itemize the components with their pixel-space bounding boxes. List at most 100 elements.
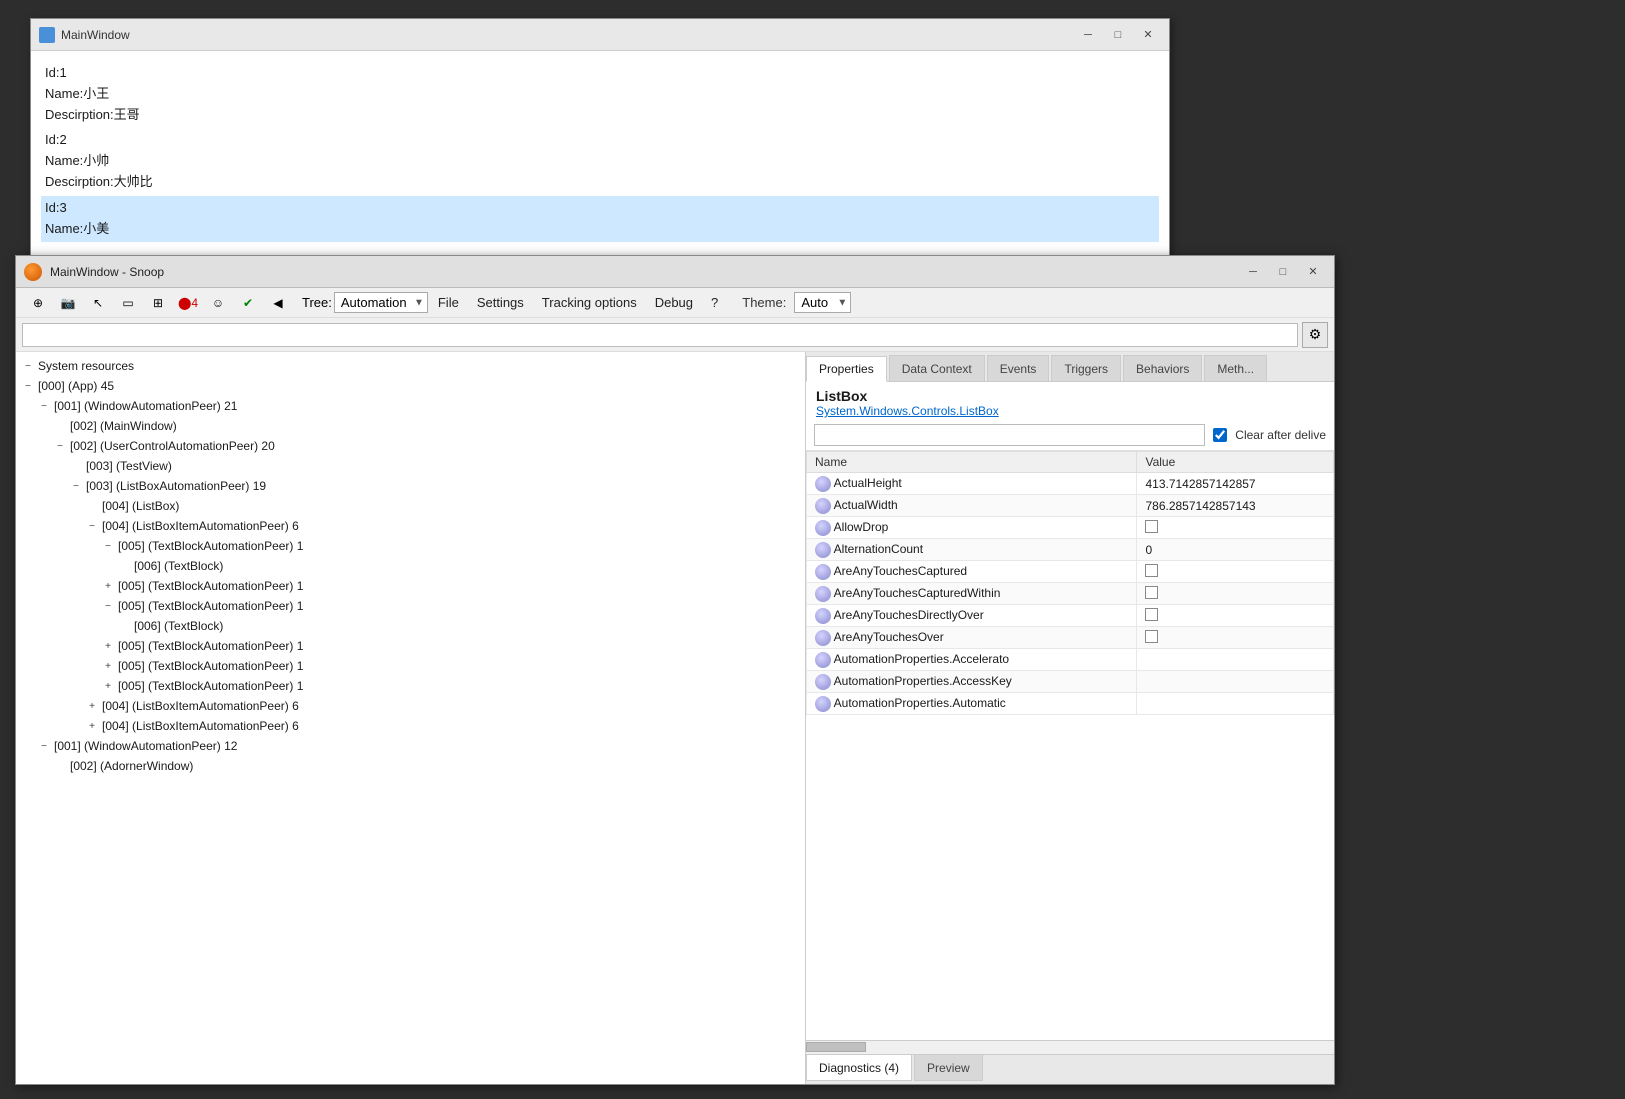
item3-name: Name:小美	[45, 219, 1155, 240]
tb-camera-btn[interactable]: 📷	[54, 290, 82, 316]
tb-record-btn[interactable]: ⬤4	[174, 290, 202, 316]
properties-panel: Properties Data Context Events Triggers …	[806, 352, 1334, 1084]
menu-help[interactable]: ?	[703, 292, 726, 313]
tree-node-001-window-2[interactable]: [001] (WindowAutomationPeer) 12	[16, 736, 805, 756]
table-row[interactable]: AllowDrop	[807, 517, 1334, 539]
tree-node-006-textblock-2[interactable]: [006] (TextBlock)	[16, 616, 805, 636]
expand-005-textblock-2[interactable]	[100, 578, 116, 594]
item2-desc: Descirption:大帅比	[45, 172, 1155, 193]
tb-rect2-btn[interactable]: ⊞	[144, 290, 172, 316]
tree-node-005-textblock-3[interactable]: [005] (TextBlockAutomationPeer) 1	[16, 596, 805, 616]
tree-dropdown-wrapper[interactable]: Automation Visual Logical ▼	[334, 292, 428, 313]
bottom-tab-preview[interactable]: Preview	[914, 1055, 983, 1081]
tree-node-system-resources[interactable]: System resources	[16, 356, 805, 376]
expand-005-textblock-1[interactable]	[100, 538, 116, 554]
table-row[interactable]: ActualHeight413.7142857142857	[807, 473, 1334, 495]
tree-node-005-textblock-1[interactable]: [005] (TextBlockAutomationPeer) 1	[16, 536, 805, 556]
expand-004-listboxitem-2[interactable]	[84, 698, 100, 714]
theme-dropdown-wrapper[interactable]: Auto Light Dark ▼	[794, 292, 851, 313]
table-row[interactable]: AreAnyTouchesCapturedWithin	[807, 583, 1334, 605]
tree-node-003-testview[interactable]: [003] (TestView)	[16, 456, 805, 476]
table-row[interactable]: ActualWidth786.2857142857143	[807, 495, 1334, 517]
tree-node-app[interactable]: [000] (App) 45	[16, 376, 805, 396]
prop-checkbox[interactable]	[1145, 520, 1158, 533]
expand-004-listboxitem[interactable]	[84, 518, 100, 534]
table-row[interactable]: AutomationProperties.Accelerato	[807, 649, 1334, 671]
menu-debug[interactable]: Debug	[647, 292, 701, 313]
tree-node-004-listboxitem-2[interactable]: [004] (ListBoxItemAutomationPeer) 6	[16, 696, 805, 716]
expand-system-resources[interactable]	[20, 358, 36, 374]
tree-node-004-listboxitem-3[interactable]: [004] (ListBoxItemAutomationPeer) 6	[16, 716, 805, 736]
tree-node-002-adorner[interactable]: [002] (AdornerWindow)	[16, 756, 805, 776]
prop-checkbox[interactable]	[1145, 608, 1158, 621]
tb-check-btn[interactable]: ✔	[234, 290, 262, 316]
tree-node-001-window[interactable]: [001] (WindowAutomationPeer) 21	[16, 396, 805, 416]
filter-input[interactable]	[814, 424, 1205, 446]
table-row[interactable]: AreAnyTouchesOver	[807, 627, 1334, 649]
menu-settings[interactable]: Settings	[469, 292, 532, 313]
menu-file[interactable]: File	[430, 292, 467, 313]
tab-events[interactable]: Events	[987, 355, 1050, 381]
snoop-minimize-button[interactable]: ─	[1240, 262, 1266, 282]
expand-003-listbox[interactable]	[68, 478, 84, 494]
close-button[interactable]: ✕	[1135, 25, 1161, 45]
tab-data-context[interactable]: Data Context	[889, 355, 985, 381]
tree-dropdown[interactable]: Automation Visual Logical	[334, 292, 428, 313]
horiz-scroll-thumb[interactable]	[806, 1042, 866, 1052]
expand-001-window[interactable]	[36, 398, 52, 414]
prop-checkbox[interactable]	[1145, 630, 1158, 643]
tb-cursor-btn[interactable]: ↖	[84, 290, 112, 316]
tb-arrow-btn[interactable]: ◀	[264, 290, 292, 316]
snoop-maximize-button[interactable]: □	[1270, 262, 1296, 282]
expand-004-listboxitem-3[interactable]	[84, 718, 100, 734]
class-link[interactable]: System.Windows.Controls.ListBox	[816, 404, 1324, 418]
expand-005-textblock-4[interactable]	[100, 638, 116, 654]
table-row[interactable]: AutomationProperties.Automatic	[807, 693, 1334, 715]
snoop-close-button[interactable]: ✕	[1300, 262, 1326, 282]
expand-001-window-2[interactable]	[36, 738, 52, 754]
expand-005-textblock-3[interactable]	[100, 598, 116, 614]
tree-node-002-mainwindow[interactable]: [002] (MainWindow)	[16, 416, 805, 436]
menu-tracking[interactable]: Tracking options	[534, 292, 645, 313]
tree-node-004-listbox[interactable]: [004] (ListBox)	[16, 496, 805, 516]
col-value-header[interactable]: Value	[1137, 452, 1334, 473]
horiz-scrollbar[interactable]	[806, 1040, 1334, 1054]
horiz-scroll-track	[806, 1041, 1334, 1054]
expand-006-textblock-1	[116, 558, 132, 574]
properties-table[interactable]: Name Value ActualHeight413.7142857142857…	[806, 451, 1334, 1040]
tree-node-002-usercontrol[interactable]: [002] (UserControlAutomationPeer) 20	[16, 436, 805, 456]
table-row[interactable]: AutomationProperties.AccessKey	[807, 671, 1334, 693]
search-input[interactable]	[22, 323, 1298, 347]
tree-node-005-textblock-6[interactable]: [005] (TextBlockAutomationPeer) 1	[16, 676, 805, 696]
tree-scroll-area[interactable]: System resources [000] (App) 45 [001] (W…	[16, 352, 805, 1084]
tree-node-003-listbox[interactable]: [003] (ListBoxAutomationPeer) 19	[16, 476, 805, 496]
search-options-button[interactable]: ⚙	[1302, 322, 1328, 348]
minimize-button[interactable]: ─	[1075, 25, 1101, 45]
bottom-tab-diagnostics[interactable]: Diagnostics (4)	[806, 1055, 912, 1081]
table-row[interactable]: AreAnyTouchesCaptured	[807, 561, 1334, 583]
tab-meth[interactable]: Meth...	[1204, 355, 1267, 381]
tab-properties[interactable]: Properties	[806, 356, 887, 382]
col-name-header[interactable]: Name	[807, 452, 1137, 473]
tb-rect-btn[interactable]: ▭	[114, 290, 142, 316]
expand-002-usercontrol[interactable]	[52, 438, 68, 454]
tree-node-006-textblock-1[interactable]: [006] (TextBlock)	[16, 556, 805, 576]
expand-005-textblock-5[interactable]	[100, 658, 116, 674]
theme-dropdown[interactable]: Auto Light Dark	[794, 292, 851, 313]
tree-node-005-textblock-4[interactable]: [005] (TextBlockAutomationPeer) 1	[16, 636, 805, 656]
tb-person-btn[interactable]: ☺	[204, 290, 232, 316]
tree-node-005-textblock-2[interactable]: [005] (TextBlockAutomationPeer) 1	[16, 576, 805, 596]
tab-behaviors[interactable]: Behaviors	[1123, 355, 1202, 381]
prop-checkbox[interactable]	[1145, 564, 1158, 577]
table-row[interactable]: AlternationCount0	[807, 539, 1334, 561]
expand-app[interactable]	[20, 378, 36, 394]
tab-triggers[interactable]: Triggers	[1051, 355, 1121, 381]
table-row[interactable]: AreAnyTouchesDirectlyOver	[807, 605, 1334, 627]
filter-checkbox[interactable]	[1213, 428, 1227, 442]
tb-crosshair-btn[interactable]: ⊕	[24, 290, 52, 316]
expand-005-textblock-6[interactable]	[100, 678, 116, 694]
tree-node-004-listboxitem[interactable]: [004] (ListBoxItemAutomationPeer) 6	[16, 516, 805, 536]
maximize-button[interactable]: □	[1105, 25, 1131, 45]
prop-checkbox[interactable]	[1145, 586, 1158, 599]
tree-node-005-textblock-5[interactable]: [005] (TextBlockAutomationPeer) 1	[16, 656, 805, 676]
